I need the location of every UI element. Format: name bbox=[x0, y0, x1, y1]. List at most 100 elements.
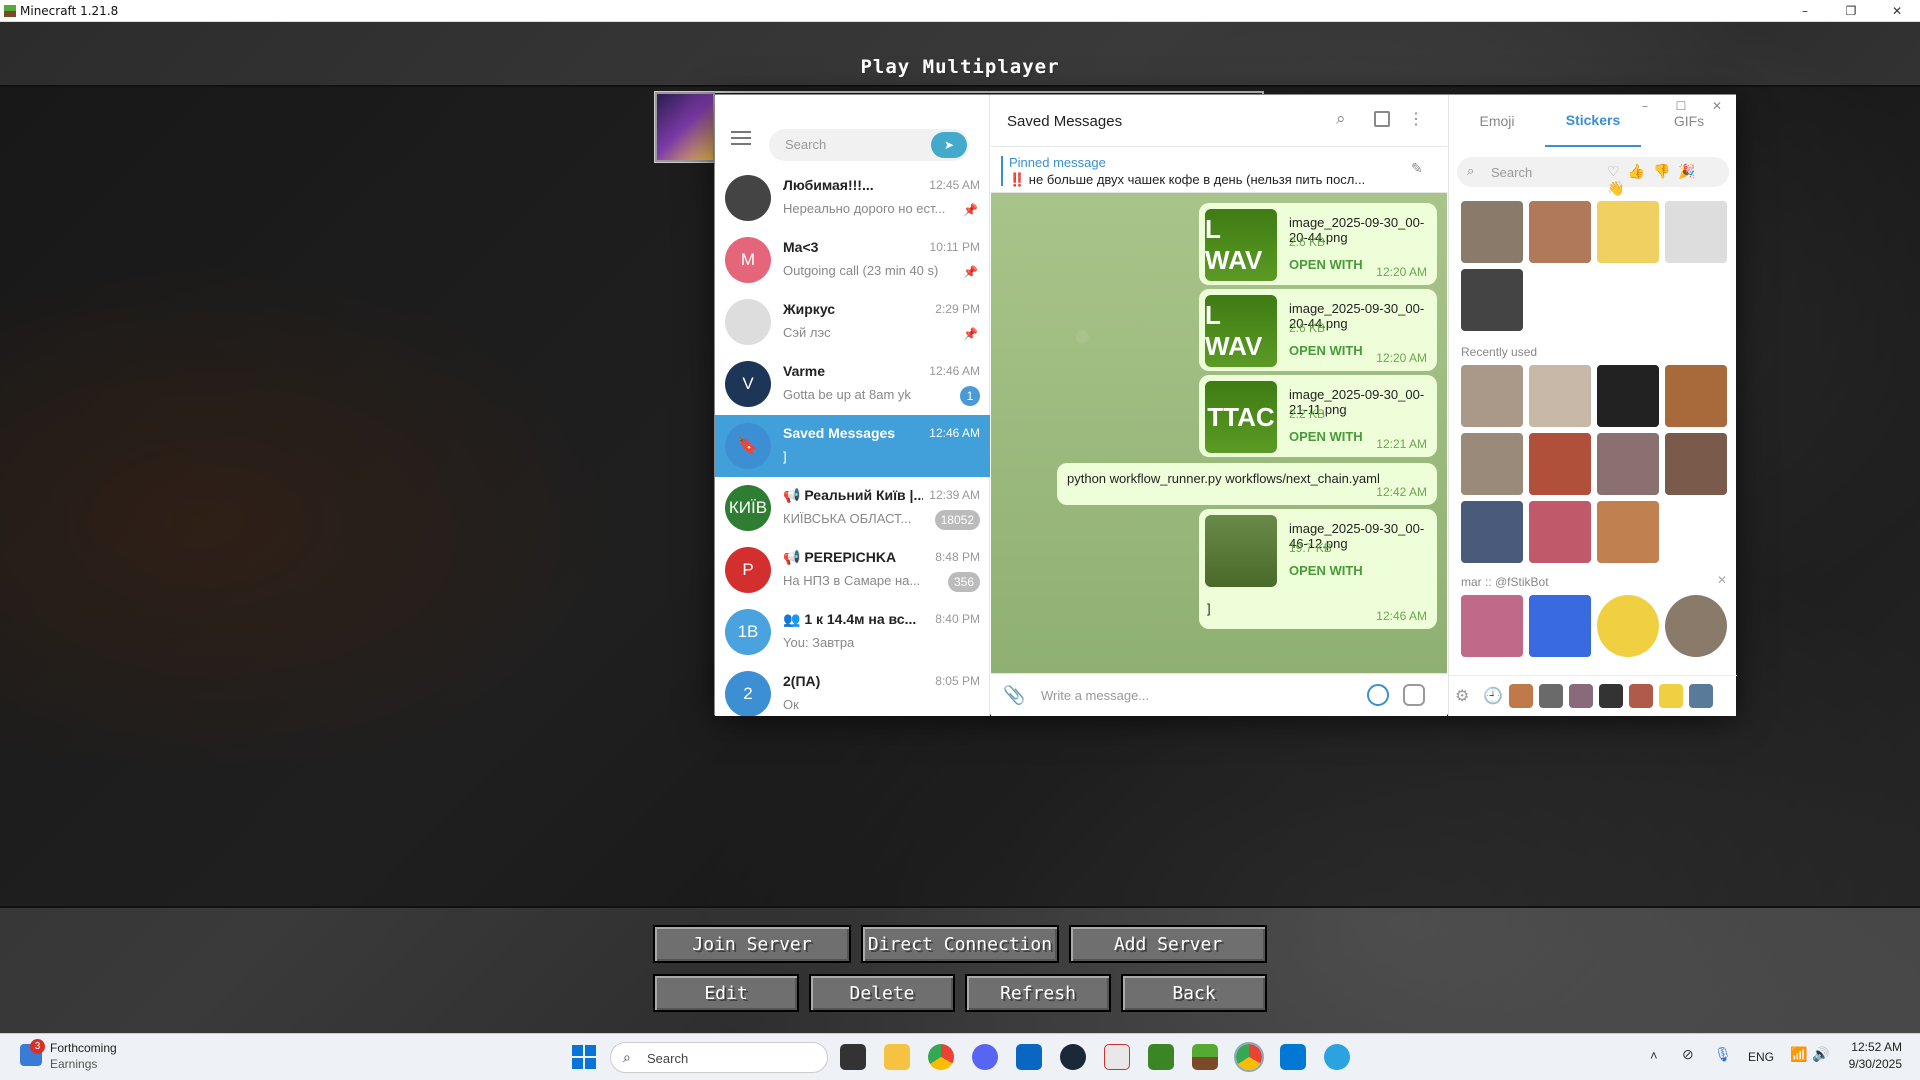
sticker-search-field[interactable]: ⌕ Search ♡👍👎🎉👋 bbox=[1457, 157, 1729, 196]
sticker[interactable] bbox=[1461, 501, 1523, 563]
chat-list-item[interactable]: 2 2(ПА) 8:05 PM Ок bbox=[715, 663, 990, 716]
pin-list-icon[interactable]: ✎ bbox=[1411, 160, 1423, 177]
open-with-link[interactable]: OPEN WITH bbox=[1289, 343, 1363, 358]
sticker-pack-icon[interactable] bbox=[1599, 684, 1623, 708]
minecraft-icon[interactable] bbox=[1192, 1044, 1218, 1070]
volume-icon[interactable]: 🔊 bbox=[1812, 1046, 1829, 1063]
search-icon[interactable]: ⌕ bbox=[1336, 109, 1346, 129]
mouse-app-icon[interactable] bbox=[1104, 1044, 1130, 1070]
microphone-icon[interactable]: 🎙 bbox=[1714, 1046, 1732, 1063]
message-input[interactable]: Write a message... bbox=[1041, 688, 1149, 703]
settings-icon[interactable]: ⚙ bbox=[1455, 686, 1469, 706]
chat-list-item[interactable]: M Ma<3 10:11 PM Outgoing call (23 min 40 s)… bbox=[715, 229, 990, 291]
sticker-category-icons[interactable]: ♡👍👎🎉👋 bbox=[1607, 163, 1729, 197]
open-with-link[interactable]: OPEN WITH bbox=[1289, 257, 1363, 272]
telegram-icon[interactable]: ➤ bbox=[931, 132, 967, 158]
file-explorer-icon[interactable] bbox=[884, 1044, 910, 1070]
file-message[interactable]: L WAV image_2025-09-30_00-20-44.png 2.6 KB… bbox=[1199, 203, 1437, 285]
image-thumbnail[interactable]: TTAC bbox=[1205, 381, 1277, 453]
sticker[interactable] bbox=[1529, 433, 1591, 495]
sticker[interactable] bbox=[1597, 365, 1659, 427]
sticker[interactable] bbox=[1529, 201, 1591, 263]
language-indicator[interactable]: ENG bbox=[1748, 1050, 1774, 1064]
chat-list-item[interactable]: 1B 👥 1 к 14.4м на вс... 8:40 PM You: Завтра bbox=[715, 601, 990, 663]
bot-command-icon[interactable] bbox=[1403, 684, 1425, 706]
refresh-button[interactable]: Refresh bbox=[965, 974, 1111, 1012]
image-thumbnail[interactable]: L WAV bbox=[1205, 295, 1277, 367]
vscode-icon[interactable] bbox=[1280, 1044, 1306, 1070]
network-off-icon[interactable]: ⊘ bbox=[1682, 1046, 1694, 1063]
add-server-button[interactable]: Add Server bbox=[1069, 925, 1267, 963]
attach-icon[interactable]: 📎 bbox=[1003, 685, 1025, 706]
telegram-taskbar-icon[interactable] bbox=[1324, 1044, 1350, 1070]
discord-icon[interactable] bbox=[972, 1044, 998, 1070]
menu-icon[interactable] bbox=[731, 131, 751, 145]
delete-button[interactable]: Delete bbox=[809, 974, 955, 1012]
sticker[interactable] bbox=[1597, 595, 1659, 657]
restore-button[interactable]: ❐ bbox=[1828, 0, 1874, 22]
tab-emoji[interactable]: Emoji bbox=[1449, 95, 1545, 147]
sticker[interactable] bbox=[1665, 201, 1727, 263]
sticker[interactable] bbox=[1461, 595, 1523, 657]
sticker[interactable] bbox=[1597, 201, 1659, 263]
sticker-pack-icon[interactable] bbox=[1569, 684, 1593, 708]
chat-list-item[interactable]: Жиркус 2:29 PM Сэй лэс 📌 bbox=[715, 291, 990, 353]
chat-list-item[interactable]: КИЇВ 📢 Реальний Київ |... 12:39 AM КИЇВСЬКА… bbox=[715, 477, 990, 539]
sticker[interactable] bbox=[1461, 433, 1523, 495]
chat-list-item[interactable]: P 📢 PEREPICHKA 8:48 PM На НПЗ в Самаре на..… bbox=[715, 539, 990, 601]
sticker[interactable] bbox=[1597, 433, 1659, 495]
sticker-pack-icon[interactable] bbox=[1629, 684, 1653, 708]
sticker[interactable] bbox=[1529, 595, 1591, 657]
sticker[interactable] bbox=[1665, 365, 1727, 427]
sidebar-toggle-icon[interactable] bbox=[1374, 111, 1390, 127]
direct-connection-button[interactable]: Direct Connection bbox=[861, 925, 1059, 963]
widget-title[interactable]: Forthcoming bbox=[50, 1041, 117, 1055]
recent-icon[interactable]: 🕘 bbox=[1483, 686, 1503, 706]
more-options-icon[interactable]: ⋮ bbox=[1408, 109, 1424, 129]
sticker-search-input[interactable]: Search bbox=[1491, 165, 1532, 180]
sticker[interactable] bbox=[1461, 269, 1523, 331]
steam-icon[interactable] bbox=[1060, 1044, 1086, 1070]
text-message[interactable]: python workflow_runner.py workflows/next… bbox=[1057, 463, 1437, 505]
join-server-button[interactable]: Join Server bbox=[653, 925, 851, 963]
sticker[interactable] bbox=[1597, 501, 1659, 563]
back-button[interactable]: Back bbox=[1121, 974, 1267, 1012]
pinned-message-bar[interactable]: Pinned message ‼️ не больше двух чашек к… bbox=[991, 148, 1447, 193]
close-button[interactable]: ✕ bbox=[1874, 0, 1920, 22]
sticker[interactable] bbox=[1665, 595, 1727, 657]
edit-button[interactable]: Edit bbox=[653, 974, 799, 1012]
sticker[interactable] bbox=[1665, 433, 1727, 495]
sticker[interactable] bbox=[1461, 365, 1523, 427]
taskbar-search[interactable]: ⌕ Search bbox=[610, 1042, 828, 1073]
chat-list-item[interactable]: V Varme 12:46 AM Gotta be up at 8am yk 1 bbox=[715, 353, 990, 415]
chat-list-item[interactable]: 🔖 Saved Messages 12:46 AM] bbox=[715, 415, 990, 477]
sticker-pack-icon[interactable] bbox=[1689, 684, 1713, 708]
clock-time[interactable]: 12:52 AM bbox=[1840, 1040, 1902, 1054]
creeper-icon[interactable] bbox=[1148, 1044, 1174, 1070]
minimize-button[interactable]: – bbox=[1782, 0, 1828, 22]
wifi-icon[interactable]: 📶 bbox=[1790, 1046, 1807, 1063]
tg-close-button[interactable]: ✕ bbox=[1699, 95, 1735, 117]
open-with-link[interactable]: OPEN WITH bbox=[1289, 429, 1363, 444]
chrome-profile-icon[interactable] bbox=[1234, 1042, 1264, 1072]
close-icon[interactable]: ✕ bbox=[1717, 573, 1727, 587]
clock-date[interactable]: 9/30/2025 bbox=[1840, 1057, 1902, 1071]
chevron-up-icon[interactable]: ˄ bbox=[1650, 1048, 1658, 1063]
sticker-pack-icon[interactable] bbox=[1509, 684, 1533, 708]
emoji-icon[interactable] bbox=[1367, 684, 1389, 706]
task-view-icon[interactable] bbox=[840, 1044, 866, 1070]
start-icon[interactable] bbox=[572, 1045, 596, 1069]
tg-maximize-button[interactable]: ☐ bbox=[1663, 95, 1699, 117]
open-with-link[interactable]: OPEN WITH bbox=[1289, 563, 1363, 578]
image-thumbnail[interactable] bbox=[1205, 515, 1277, 587]
sticker[interactable] bbox=[1529, 365, 1591, 427]
sticker[interactable] bbox=[1529, 501, 1591, 563]
sticker-pack-icon[interactable] bbox=[1659, 684, 1683, 708]
file-message[interactable]: image_2025-09-30_00-46-12.png 19.7 KB OPEN… bbox=[1199, 509, 1437, 629]
image-thumbnail[interactable]: L WAV bbox=[1205, 209, 1277, 281]
chrome-icon[interactable] bbox=[928, 1044, 954, 1070]
chat-list-item[interactable]: Любимая!!!... 12:45 AM Нереально дорого но… bbox=[715, 167, 990, 229]
sticker[interactable] bbox=[1461, 201, 1523, 263]
linkedin-icon[interactable] bbox=[1016, 1044, 1042, 1070]
tg-minimize-button[interactable]: – bbox=[1627, 95, 1663, 117]
